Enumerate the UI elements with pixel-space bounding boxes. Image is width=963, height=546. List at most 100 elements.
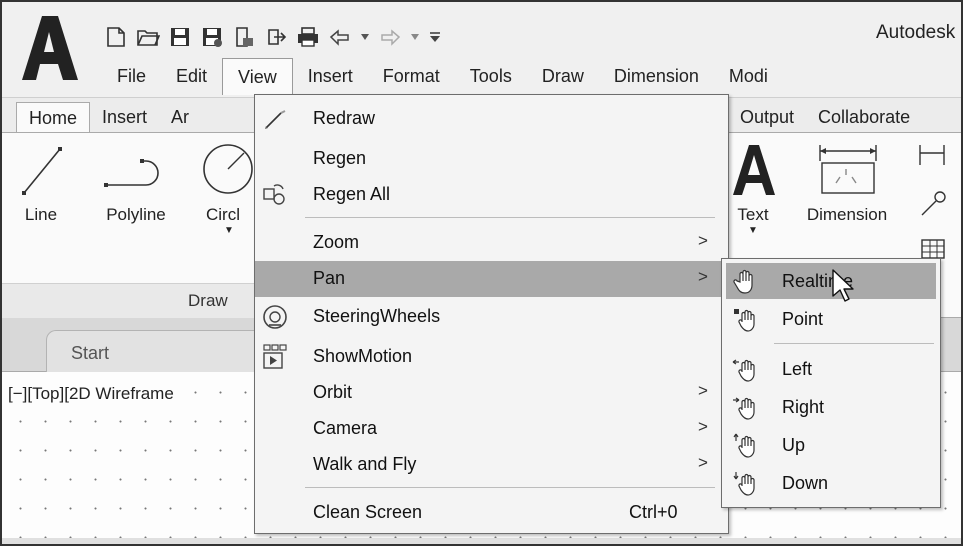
menu-item-camera[interactable]: Camera > [255, 411, 728, 447]
menu-dimension[interactable]: Dimension [599, 58, 714, 94]
leader-tool[interactable] [914, 187, 950, 221]
submenu-item-down[interactable]: Down [726, 465, 936, 501]
menu-item-clean-screen[interactable]: Clean Screen Ctrl+0 [255, 495, 728, 531]
undo-icon[interactable] [328, 25, 352, 49]
save-icon[interactable] [168, 25, 192, 49]
circle-label: Circl [206, 205, 240, 224]
menu-item-label: ShowMotion [313, 346, 413, 366]
line-tool[interactable]: Line [16, 139, 66, 225]
save-as-icon[interactable] [200, 25, 224, 49]
pan-up-icon [733, 433, 755, 458]
dimension-label: Dimension [806, 205, 888, 224]
menu-item-label: Clean Screen [313, 502, 423, 522]
text-dropdown-icon[interactable]: ▼ [729, 225, 777, 236]
status-strip [2, 538, 961, 544]
start-tab[interactable]: Start [46, 330, 256, 372]
menu-item-redraw[interactable]: Redraw [255, 101, 728, 137]
text-a-icon [733, 145, 775, 195]
menu-draw[interactable]: Draw [527, 58, 599, 94]
submenu-item-label: Down [782, 473, 829, 493]
submenu-arrow-icon: > [698, 381, 708, 400]
pan-left-icon [732, 359, 755, 382]
submenu-item-up[interactable]: Up [726, 427, 936, 463]
circle-tool[interactable]: Circl ▼ [194, 139, 254, 236]
redo-dropdown-icon[interactable] [410, 25, 420, 49]
submenu-arrow-icon: > [698, 417, 708, 436]
circle-icon [203, 144, 253, 194]
submenu-arrow-icon: > [698, 231, 708, 250]
new-file-icon[interactable] [104, 25, 128, 49]
redraw-icon [265, 110, 286, 129]
menu-item-pan[interactable]: Pan > [255, 261, 728, 297]
dimension-tool[interactable]: Dimension [792, 139, 902, 225]
menu-item-showmotion[interactable]: ShowMotion [255, 339, 728, 375]
menu-item-regen[interactable]: Regen [255, 141, 728, 177]
ribbon-tab-home[interactable]: Home [16, 102, 91, 134]
app-title: Autodesk [876, 22, 956, 43]
menu-item-regen-all[interactable]: Regen All [255, 177, 728, 213]
linear-dimension-icon [919, 145, 945, 165]
menu-item-zoom[interactable]: Zoom > [255, 225, 728, 261]
menu-insert[interactable]: Insert [293, 58, 368, 94]
ribbon-tab-collaborate[interactable]: Collaborate [806, 102, 922, 134]
export-icon[interactable] [232, 25, 256, 49]
redo-icon[interactable] [378, 25, 402, 49]
ribbon-tab-output[interactable]: Output [728, 102, 806, 134]
menu-item-walk-and-fly[interactable]: Walk and Fly > [255, 447, 728, 483]
steeringwheels-icon [263, 305, 287, 329]
plot-icon[interactable] [296, 25, 320, 49]
ribbon-tabs: Home Insert Ar [16, 100, 201, 134]
open-folder-icon[interactable] [136, 25, 160, 49]
pan-point-icon [734, 309, 755, 332]
submenu-arrow-icon: > [698, 453, 708, 472]
publish-icon[interactable] [264, 25, 288, 49]
submenu-item-label: Left [782, 359, 813, 379]
application-window: Autodesk File Edit View Insert Format To… [0, 0, 963, 546]
submenu-item-point[interactable]: Point [726, 301, 936, 337]
customize-icon[interactable] [428, 25, 442, 49]
undo-dropdown-icon[interactable] [360, 25, 370, 49]
menu-separator [305, 487, 715, 488]
menu-item-orbit[interactable]: Orbit > [255, 375, 728, 411]
menubar: File Edit View Insert Format Tools Draw … [102, 57, 783, 95]
menu-item-label: Camera [313, 418, 378, 438]
viewport-controls-label[interactable]: [−][Top][2D Wireframe [8, 384, 174, 404]
menu-item-label: Zoom [313, 232, 360, 252]
shortcut-label: Ctrl+0 [629, 502, 678, 522]
regen-all-icon [263, 184, 285, 205]
ribbon-tabs-right: Output Collaborate [728, 100, 922, 134]
menu-file[interactable]: File [102, 58, 161, 94]
submenu-separator [774, 343, 934, 344]
line-label: Line [24, 205, 58, 224]
dimension-icon [819, 145, 877, 194]
submenu-item-right[interactable]: Right [726, 389, 936, 425]
submenu-arrow-icon: > [698, 267, 708, 286]
polyline-label: Polyline [106, 205, 166, 224]
ribbon-tab-annotate[interactable]: Ar [159, 102, 201, 134]
linear-dimension-tool[interactable] [914, 141, 950, 169]
menu-item-label: SteeringWheels [313, 306, 441, 326]
line-icon [22, 147, 62, 195]
ribbon-tab-insert[interactable]: Insert [90, 102, 159, 134]
circle-dropdown-icon[interactable]: ▼ [194, 225, 254, 236]
menu-item-steeringwheels[interactable]: SteeringWheels [255, 299, 728, 335]
showmotion-icon [263, 344, 287, 369]
menu-view[interactable]: View [222, 57, 293, 95]
autocad-logo-icon[interactable] [16, 12, 82, 82]
quick-access-toolbar [104, 22, 442, 52]
text-label: Text [737, 205, 769, 224]
menu-separator [305, 217, 715, 218]
menu-item-label: Pan [313, 268, 346, 288]
polyline-tool[interactable]: Polyline [94, 139, 178, 225]
submenu-item-left[interactable]: Left [726, 351, 936, 387]
pan-hand-icon [733, 269, 753, 294]
menu-format[interactable]: Format [368, 58, 455, 94]
menu-edit[interactable]: Edit [161, 58, 222, 94]
menu-item-label: Redraw [313, 108, 376, 128]
menu-tools[interactable]: Tools [455, 58, 527, 94]
view-dropdown-menu: Redraw Regen Regen All Zoom > Pan > Stee… [254, 94, 729, 534]
menu-modify[interactable]: Modi [714, 58, 783, 94]
menu-item-label: Orbit [313, 382, 353, 402]
pan-down-icon [733, 472, 755, 496]
text-tool[interactable]: Text ▼ [729, 139, 777, 236]
